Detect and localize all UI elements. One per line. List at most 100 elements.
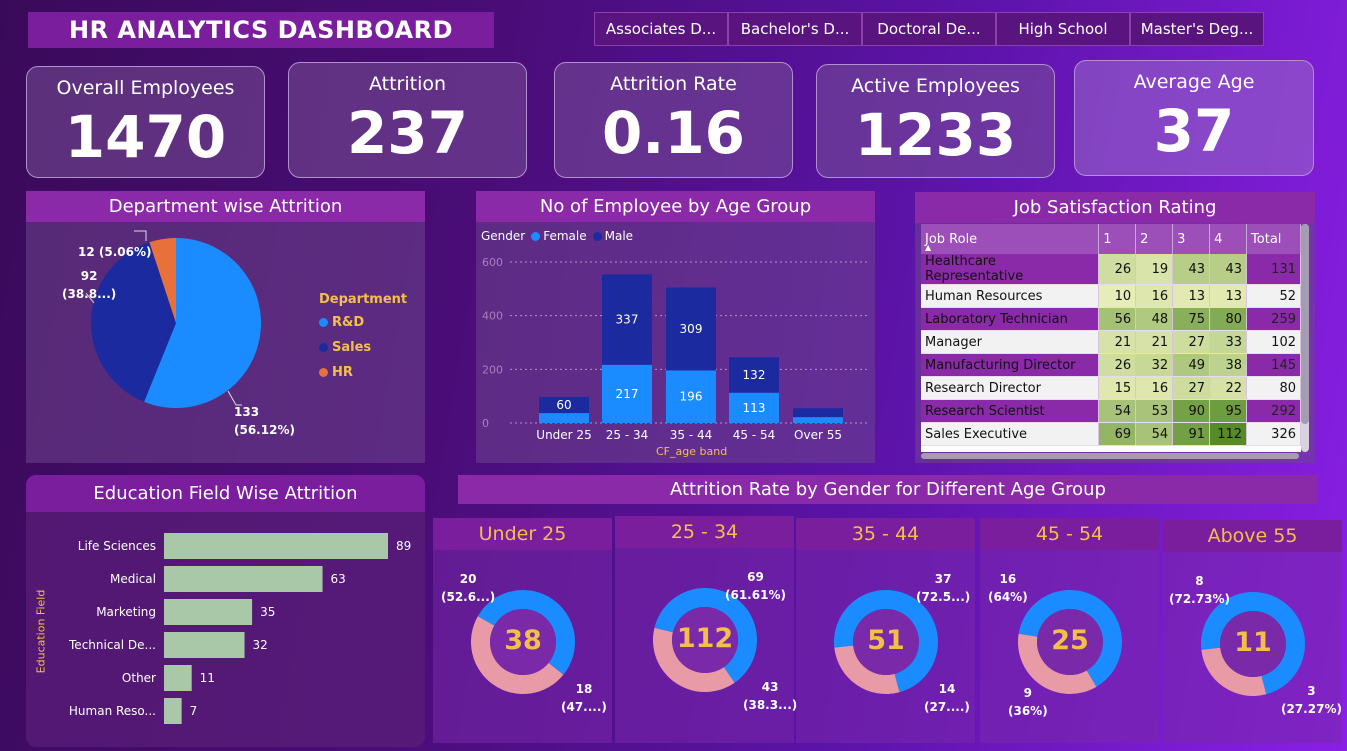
x-tick-label: 25 - 34 <box>606 428 649 442</box>
job-role-cell: Sales Executive <box>921 422 1100 446</box>
column-header[interactable]: 4 <box>1209 224 1248 254</box>
category-label: Marketing <box>96 605 156 619</box>
bar-female[interactable] <box>793 417 843 423</box>
card-title: 35 - 44 <box>796 518 975 550</box>
rating-cell: 27 <box>1172 376 1211 400</box>
table-row[interactable]: Research Scientist 54 53 90 95 292 <box>921 399 1301 423</box>
job-role-cell: Research Director <box>921 376 1100 400</box>
kpi-value: 237 <box>346 99 469 167</box>
data-label: 132 <box>743 368 766 382</box>
rating-cell: 53 <box>1135 399 1174 423</box>
total-cell: 52 <box>1246 284 1301 308</box>
table-row[interactable]: Research Director 15 16 27 22 80 <box>921 376 1301 400</box>
total-cell: 80 <box>1246 376 1301 400</box>
rating-cell: 49 <box>1172 353 1211 377</box>
slicer-doctoral[interactable]: Doctoral De... <box>862 12 996 46</box>
female-data-label: 18 (47....) <box>561 682 607 714</box>
matrix-table-container[interactable]: Job Role ▲ 1 2 3 4 Total Healthcare Repre… <box>921 224 1301 452</box>
male-data-label: 37 (72.5...) <box>916 572 971 604</box>
data-label: 60 <box>556 398 571 412</box>
data-label: 32 <box>253 638 268 652</box>
bar-male[interactable] <box>793 408 843 418</box>
panel-title: Job Satisfaction Rating <box>915 192 1315 223</box>
y-tick-label: 400 <box>482 310 503 323</box>
data-label: 113 <box>743 401 766 415</box>
rating-cell: 33 <box>1209 330 1248 354</box>
education-bar[interactable] <box>164 665 192 691</box>
rating-cell: 19 <box>1135 254 1174 285</box>
kpi-overall-employees: Overall Employees 1470 <box>26 66 265 178</box>
female-data-label: 9 (36%) <box>1008 686 1048 718</box>
vertical-scrollbar[interactable] <box>1301 224 1309 452</box>
column-header[interactable]: Total <box>1246 224 1301 254</box>
rating-cell: 112 <box>1209 422 1248 446</box>
kpi-attrition: Attrition 237 <box>288 62 527 178</box>
legend-item-sales[interactable]: Sales <box>319 340 407 355</box>
column-header[interactable]: 1 <box>1098 224 1137 254</box>
column-header[interactable]: 2 <box>1135 224 1174 254</box>
education-panel: Education Field Wise Attrition Education… <box>26 475 425 747</box>
y-tick-label: 600 <box>482 256 503 269</box>
rating-cell: 69 <box>1098 422 1137 446</box>
legend-item-rd[interactable]: R&D <box>319 315 407 330</box>
kpi-active-employees: Active Employees 1233 <box>816 64 1055 178</box>
male-data-label: 16 (64%) <box>988 572 1028 604</box>
rating-cell: 38 <box>1209 353 1248 377</box>
education-bar[interactable] <box>164 566 323 592</box>
rating-cell: 16 <box>1135 284 1174 308</box>
table-row[interactable]: Manufacturing Director 26 32 49 38 145 <box>921 353 1301 377</box>
table-row[interactable]: Healthcare Representative 26 19 43 43 131 <box>921 254 1301 285</box>
donut-center-value: 112 <box>676 623 734 654</box>
legend-item-hr[interactable]: HR <box>319 365 407 380</box>
category-label: Medical <box>110 572 156 586</box>
donut-center-value: 51 <box>867 625 905 656</box>
rating-cell: 54 <box>1098 399 1137 423</box>
column-header[interactable]: 3 <box>1172 224 1211 254</box>
education-bar[interactable] <box>164 533 388 559</box>
horizontal-scrollbar[interactable] <box>921 453 1299 459</box>
kpi-average-age: Average Age 37 <box>1074 60 1314 176</box>
rating-cell: 13 <box>1209 284 1248 308</box>
kpi-label: Average Age <box>1133 71 1255 93</box>
data-label: 7 <box>190 704 198 718</box>
rating-cell: 43 <box>1172 254 1211 285</box>
data-label: 309 <box>680 322 703 336</box>
table-row[interactable]: Manager 21 21 27 33 102 <box>921 330 1301 354</box>
donut-center-value: 11 <box>1234 627 1272 658</box>
total-cell: 102 <box>1246 330 1301 354</box>
table-row[interactable]: Human Resources 10 16 13 13 52 <box>921 284 1301 308</box>
leader-line <box>134 230 147 241</box>
scrollbar-thumb[interactable] <box>1301 224 1309 424</box>
education-bar[interactable] <box>164 698 182 724</box>
data-label: 63 <box>331 572 346 586</box>
column-header[interactable]: Job Role ▲ <box>921 224 1100 254</box>
slicer-masters[interactable]: Master's Deg... <box>1130 12 1264 46</box>
rating-cell: 91 <box>1172 422 1211 446</box>
donut-center-value: 38 <box>504 625 542 656</box>
rd-data-label: 133 (56.12%) <box>234 405 295 437</box>
table-row[interactable]: Laboratory Technician 56 48 75 80 259 <box>921 307 1301 331</box>
gender-age-card: 45 - 54 25 16 (64%) 9 (36%) <box>980 518 1159 743</box>
kpi-value: 37 <box>1153 97 1235 165</box>
education-bar[interactable] <box>164 632 245 658</box>
table-row[interactable]: Sales Executive 69 54 91 112 326 <box>921 422 1301 446</box>
rating-cell: 10 <box>1098 284 1137 308</box>
total-cell: 145 <box>1246 353 1301 377</box>
slicer-high-school[interactable]: High School <box>996 12 1130 46</box>
rating-cell: 95 <box>1209 399 1248 423</box>
bar-female[interactable] <box>539 413 589 423</box>
hr-data-label: 12 (5.06%) <box>78 245 152 259</box>
category-label: Technical De... <box>68 638 156 652</box>
job-role-cell: Manufacturing Director <box>921 353 1100 377</box>
dept-legend: Department R&D Sales HR <box>319 292 407 380</box>
slicer-bachelors[interactable]: Bachelor's D... <box>728 12 862 46</box>
x-tick-label: 45 - 54 <box>733 428 776 442</box>
education-bar[interactable] <box>164 599 253 625</box>
card-title: 25 - 34 <box>615 516 794 548</box>
kpi-label: Overall Employees <box>56 77 235 99</box>
data-label: 11 <box>200 671 215 685</box>
kpi-label: Active Employees <box>851 75 1020 97</box>
rating-cell: 90 <box>1172 399 1211 423</box>
rating-cell: 15 <box>1098 376 1137 400</box>
slicer-associates[interactable]: Associates D... <box>594 12 728 46</box>
